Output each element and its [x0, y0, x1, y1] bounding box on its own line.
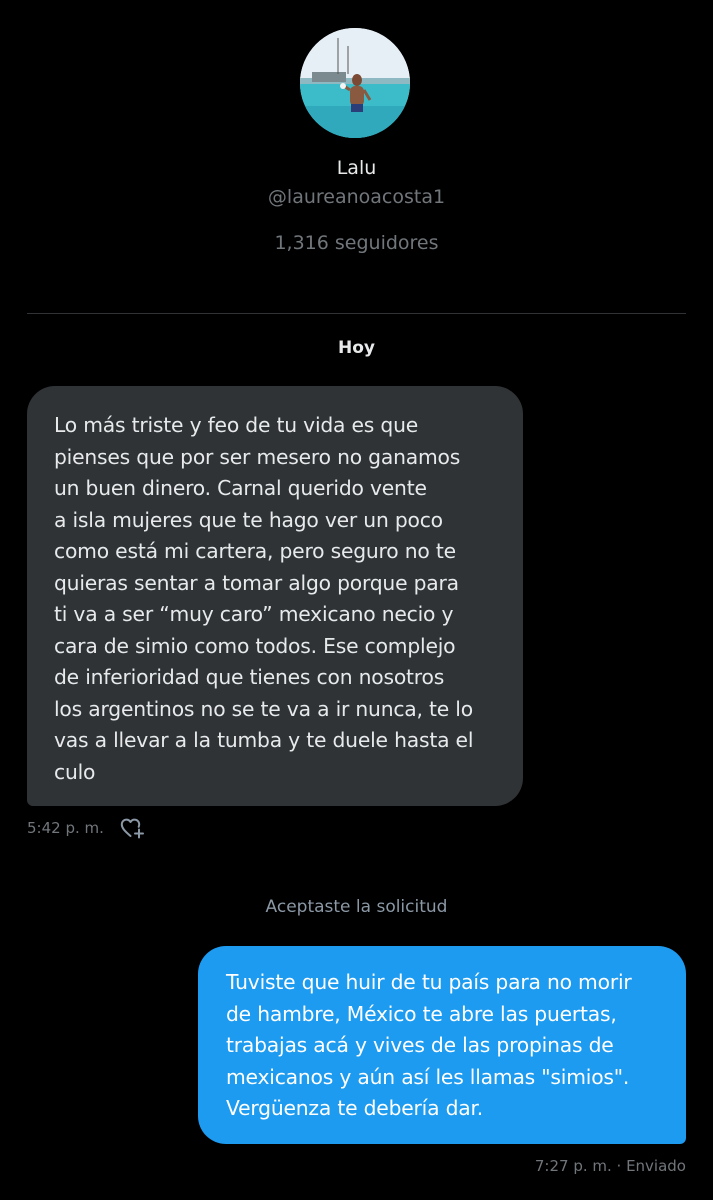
- request-accepted-notice: Aceptaste la solicitud: [265, 897, 448, 917]
- profile-handle: @laureanoacosta1: [267, 186, 446, 208]
- sent-message-bubble[interactable]: Tuviste que huir de tu país para no mori…: [198, 946, 686, 1144]
- profile-name[interactable]: Lalu: [0, 157, 713, 179]
- sent-message-status: 7:27 p. m. · Enviado: [534, 1157, 686, 1175]
- received-message-time: 5:42 p. m.: [27, 819, 104, 837]
- avatar-photo: [300, 28, 410, 138]
- followers-count: 1,316 seguidores: [274, 232, 439, 254]
- received-message-bubble[interactable]: Lo más triste y feo de tu vida es que pi…: [27, 386, 523, 806]
- received-message-meta: 5:42 p. m.: [27, 817, 146, 839]
- avatar[interactable]: [300, 28, 410, 138]
- heart-plus-icon[interactable]: [120, 817, 146, 839]
- date-separator: Hoy: [338, 338, 375, 358]
- divider: [27, 313, 686, 314]
